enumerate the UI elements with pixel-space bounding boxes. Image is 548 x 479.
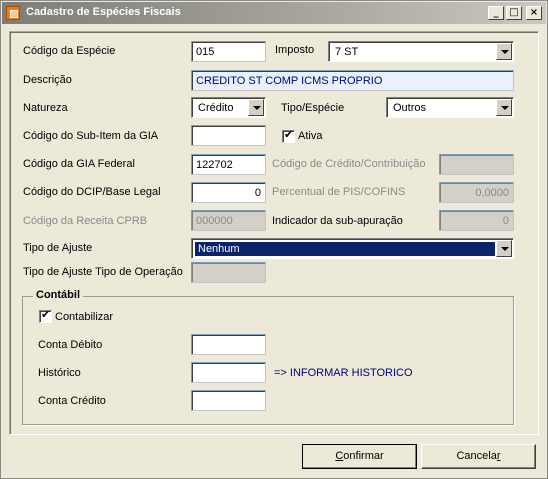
pis-cofins-label: Percentual de PIS/COFINS [272, 186, 406, 198]
title-bar[interactable]: Cadastro de Espécies Fiscais _ □ × [2, 2, 546, 24]
gia-federal-input[interactable]: 122702 [191, 154, 266, 175]
descricao-label: Descrição [23, 74, 72, 86]
historico-note: => INFORMAR HISTORICO [274, 367, 413, 379]
confirmar-button[interactable]: Confirmar [302, 444, 417, 469]
chevron-down-icon[interactable] [496, 240, 512, 257]
conta-debito-label: Conta Débito [38, 339, 103, 351]
pis-cofins-input: 0,0000 [439, 182, 514, 203]
tipo-especie-value: Outros [393, 102, 427, 114]
credito-contrib-input [439, 154, 514, 175]
codigo-especie-input[interactable]: 015 [191, 41, 266, 62]
conta-credito-label: Conta Crédito [38, 395, 106, 407]
dcip-label: Código do DCIP/Base Legal [23, 186, 161, 198]
contabilizar-label: Contabilizar [55, 311, 114, 323]
tipo-ajuste-label: Tipo de Ajuste [23, 242, 93, 254]
natureza-label: Natureza [23, 102, 68, 114]
tipo-ajuste-operacao-label: Tipo de Ajuste Tipo de Operação [23, 266, 183, 278]
ativa-label: Ativa [298, 130, 323, 142]
descricao-input[interactable]: CREDITO ST COMP ICMS PROPRIO [191, 70, 514, 91]
conta-debito-input[interactable] [191, 334, 266, 355]
subitem-gia-input[interactable] [191, 125, 266, 146]
imposto-select[interactable]: 7 ST [328, 41, 514, 62]
contabil-title: Contábil [33, 289, 83, 301]
app-icon [6, 6, 20, 20]
chevron-down-icon[interactable] [496, 99, 512, 116]
receita-cprb-input: 000000 [191, 210, 266, 231]
ativa-checkbox[interactable] [282, 128, 295, 143]
tipo-ajuste-operacao-input [191, 262, 266, 283]
cancelar-button[interactable]: Cancelar [421, 444, 536, 469]
tipo-especie-select[interactable]: Outros [386, 97, 514, 118]
conta-credito-input[interactable] [191, 390, 266, 411]
imposto-label: Imposto [275, 44, 315, 56]
fiscal-species-window: Cadastro de Espécies Fiscais _ □ × Códig… [0, 0, 548, 479]
dcip-input[interactable]: 0 [191, 182, 266, 203]
receita-cprb-label: Código da Receita CPRB [23, 215, 148, 227]
natureza-select[interactable]: Crédito [191, 97, 266, 118]
sub-apuracao-input: 0 [439, 210, 514, 231]
chevron-down-icon[interactable] [248, 99, 264, 116]
cancelar-label: Cancela [456, 450, 497, 462]
codigo-especie-label: Código da Espécie [23, 45, 116, 57]
close-button[interactable]: × [526, 6, 542, 20]
subitem-gia-label: Código do Sub-Item da GIA [23, 130, 159, 142]
imposto-value: 7 ST [335, 46, 359, 58]
natureza-value: Crédito [198, 102, 234, 114]
credito-contrib-label: Código de Crédito/Contribuição [272, 158, 426, 170]
gia-federal-label: Código da GIA Federal [23, 158, 135, 170]
window-title: Cadastro de Espécies Fiscais [26, 6, 181, 18]
historico-input[interactable] [191, 362, 266, 383]
tipo-especie-label: Tipo/Espécie [281, 102, 345, 114]
sub-apuracao-label: Indicador da sub-apuração [272, 215, 403, 227]
historico-label: Histórico [38, 367, 81, 379]
cancelar-accel: r [496, 450, 501, 462]
tipo-ajuste-select[interactable]: Nenhum [191, 238, 514, 259]
minimize-button[interactable]: _ [488, 6, 504, 20]
confirmar-label: onfirmar [343, 450, 384, 462]
maximize-button[interactable]: □ [506, 6, 522, 20]
tipo-ajuste-value: Nenhum [195, 242, 495, 256]
contabilizar-checkbox[interactable] [39, 308, 52, 323]
chevron-down-icon[interactable] [496, 43, 512, 60]
